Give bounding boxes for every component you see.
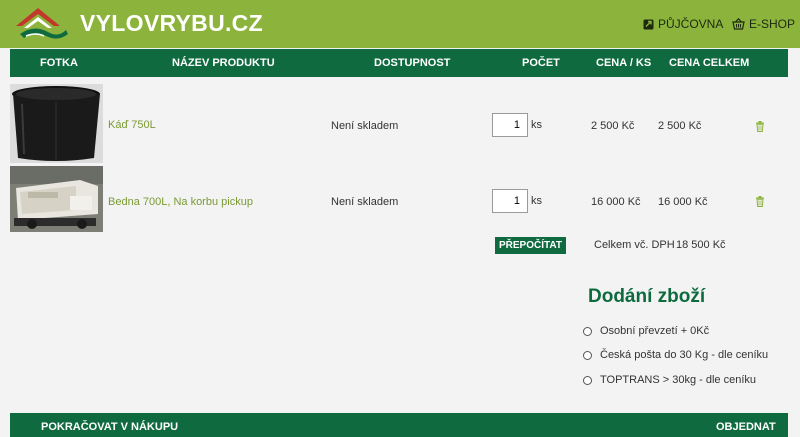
unit-price: 2 500 Kč bbox=[591, 120, 635, 132]
delivery-option-post[interactable]: Česká pošta do 30 Kg - dle ceníku bbox=[583, 349, 768, 361]
site-header: VYLOVRYBU.CZ PŮJČOVNA E-SHOP bbox=[0, 0, 800, 48]
col-product-name: NÁZEV PRODUKTU bbox=[172, 57, 275, 69]
product-name-link[interactable]: Bedna 700L, Na korbu pickup bbox=[108, 196, 253, 208]
quantity-unit: ks bbox=[531, 195, 542, 207]
quantity-input[interactable] bbox=[492, 113, 528, 137]
col-availability: DOSTUPNOST bbox=[374, 57, 451, 69]
availability-text: Není skladem bbox=[331, 196, 399, 208]
unit-price: 16 000 Kč bbox=[591, 196, 641, 208]
cart-total-label: Celkem vč. DPH bbox=[594, 239, 675, 251]
delivery-title: Dodání zboží bbox=[588, 286, 706, 307]
product-image[interactable] bbox=[10, 166, 103, 232]
nav-eshop-label: E-SHOP bbox=[749, 17, 796, 31]
nav-rental-label: PŮJČOVNA bbox=[658, 17, 724, 31]
radio-button[interactable] bbox=[583, 326, 592, 336]
delivery-option-label: Osobní převzetí + 0Kč bbox=[600, 325, 710, 337]
rental-icon bbox=[643, 19, 654, 29]
trash-icon[interactable] bbox=[755, 121, 765, 132]
order-button[interactable]: OBJEDNAT bbox=[716, 421, 776, 433]
delivery-option-toptrans[interactable]: TOPTRANS > 30kg - dle ceníku bbox=[583, 374, 756, 386]
trash-icon[interactable] bbox=[755, 196, 765, 207]
col-quantity: POČET bbox=[522, 57, 560, 69]
radio-button[interactable] bbox=[583, 350, 592, 360]
col-photo: FOTKA bbox=[40, 57, 78, 69]
cart-total-value: 18 500 Kč bbox=[676, 239, 726, 251]
logo-icon[interactable] bbox=[14, 4, 70, 42]
radio-button[interactable] bbox=[583, 375, 592, 385]
quantity-input[interactable] bbox=[492, 189, 528, 213]
delivery-option-label: Česká pošta do 30 Kg - dle ceníku bbox=[600, 349, 769, 361]
cart-action-bar: POKRAČOVAT V NÁKUPU OBJEDNAT bbox=[10, 413, 788, 437]
continue-shopping-button[interactable]: POKRAČOVAT V NÁKUPU bbox=[41, 421, 178, 433]
recalculate-button[interactable]: PŘEPOČÍTAT bbox=[495, 237, 566, 254]
total-price: 2 500 Kč bbox=[658, 120, 702, 132]
table-row: Bedna 700L, Na korbu pickup Není skladem… bbox=[0, 166, 800, 246]
table-row: Káď 750L Není skladem ks 2 500 Kč 2 500 … bbox=[0, 84, 800, 164]
product-image[interactable] bbox=[10, 84, 103, 163]
col-unit-price: CENA / KS bbox=[596, 57, 652, 69]
logo-text[interactable]: VYLOVRYBU.CZ bbox=[80, 10, 263, 37]
cart-table-header: FOTKA NÁZEV PRODUKTU DOSTUPNOST POČET CE… bbox=[10, 49, 788, 77]
availability-text: Není skladem bbox=[331, 120, 399, 132]
nav-rental[interactable]: PŮJČOVNA bbox=[643, 17, 723, 31]
delivery-option-pickup[interactable]: Osobní převzetí + 0Kč bbox=[583, 325, 709, 337]
col-total-price: CENA CELKEM bbox=[669, 57, 750, 69]
basket-icon bbox=[732, 18, 745, 30]
delivery-option-label: TOPTRANS > 30kg - dle ceníku bbox=[600, 374, 757, 386]
nav-eshop[interactable]: E-SHOP bbox=[732, 17, 795, 31]
quantity-unit: ks bbox=[531, 119, 542, 131]
product-name-link[interactable]: Káď 750L bbox=[108, 119, 156, 131]
total-price: 16 000 Kč bbox=[658, 196, 708, 208]
